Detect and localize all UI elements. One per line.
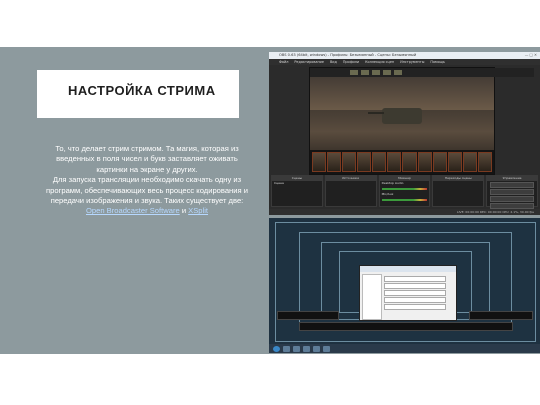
obs-preview-canvas (309, 67, 534, 175)
obs-menubar: Файл Редактирование Вид Профили Коллекци… (269, 59, 540, 65)
controls-panel: Управление (486, 175, 538, 209)
settings-dialog-sidebar (362, 274, 382, 320)
scene-item: Сцена (274, 181, 284, 185)
menu-item-tools: Инструменты (400, 60, 425, 64)
audio-meter (381, 199, 428, 201)
window-controls-icon: — □ ✕ (524, 53, 537, 57)
sources-panel-header: Источники (325, 176, 376, 181)
menu-item-help: Помощь (430, 60, 445, 64)
taskbar-app-icon (313, 345, 320, 352)
link-conjunction: и (179, 206, 189, 216)
mixer-desktop-audio: Desktop Audio (381, 181, 404, 185)
scenes-panel: Сцены Сцена (271, 175, 323, 207)
mixer-panel: Микшер Desktop Audio Mic/Aux (378, 175, 431, 207)
taskbar-app-icon (303, 345, 310, 352)
controls-panel-header: Управление (487, 176, 537, 181)
menu-item-file: Файл (279, 60, 289, 64)
obs-recursive-preview-screenshot (269, 218, 540, 353)
tank-image (368, 108, 422, 124)
settings-field (384, 276, 446, 282)
nested-panel (469, 311, 533, 320)
game-hangar-carousel (310, 150, 494, 174)
settings-dialog (359, 265, 457, 321)
instructions-paragraph: Для запуска трансляции необходимо скачат… (42, 175, 252, 217)
menu-item-view: Вид (329, 60, 337, 64)
obs-window-title: OBS 0.63 (64bit, windows) - Профиль: Без… (279, 53, 417, 57)
audio-meter (381, 188, 428, 190)
nested-panel (299, 322, 513, 331)
transitions-panel: Переходы сцены (432, 175, 485, 207)
menu-item-profiles: Профили (342, 60, 360, 64)
transitions-panel-header: Переходы сцены (433, 176, 484, 181)
settings-field (384, 297, 446, 303)
obs-dock-panels: Сцены Сцена Источники Микшер Desktop Aud… (269, 175, 540, 209)
settings-dialog-titlebar (360, 266, 456, 272)
menu-item-scene-collection: Коллекция сцен (365, 60, 395, 64)
taskbar-app-icon (323, 345, 330, 352)
start-button-icon (273, 345, 280, 352)
control-button (490, 196, 534, 202)
menu-item-edit: Редактирование (294, 60, 324, 64)
mixer-mic-aux: Mic/Aux (381, 192, 394, 196)
obs-titlebar: OBS 0.63 (64bit, windows) - Профиль: Без… (269, 52, 540, 59)
control-button (490, 182, 534, 188)
obs-status-bar: LIVE: 00:00:00 REC: 00:00:00 CPU: 2.1%, … (269, 209, 540, 215)
obs-link[interactable]: Open Broadcaster Software (86, 206, 180, 215)
nested-panel (277, 311, 339, 320)
sources-panel: Источники (324, 175, 377, 207)
windows-taskbar (269, 344, 540, 353)
control-button (490, 189, 534, 195)
settings-field (384, 283, 446, 289)
game-top-bar (310, 68, 534, 77)
slide-title: НАСТРОЙКА СТРИМА (68, 83, 216, 98)
taskbar-app-icon (283, 345, 290, 352)
instructions-text: Для запуска трансляции необходимо скачат… (46, 175, 248, 206)
settings-field (384, 304, 446, 310)
intro-paragraph: То, что делает стрим стримом. Та магия, … (55, 144, 239, 174)
settings-field (384, 290, 446, 296)
taskbar-app-icon (293, 345, 300, 352)
obs-screenshot: OBS 0.63 (64bit, windows) - Профиль: Без… (269, 52, 540, 215)
slide-body-text: То, что делает стрим стримом. Та магия, … (42, 144, 252, 217)
xsplit-link[interactable]: XSplit (188, 206, 208, 215)
